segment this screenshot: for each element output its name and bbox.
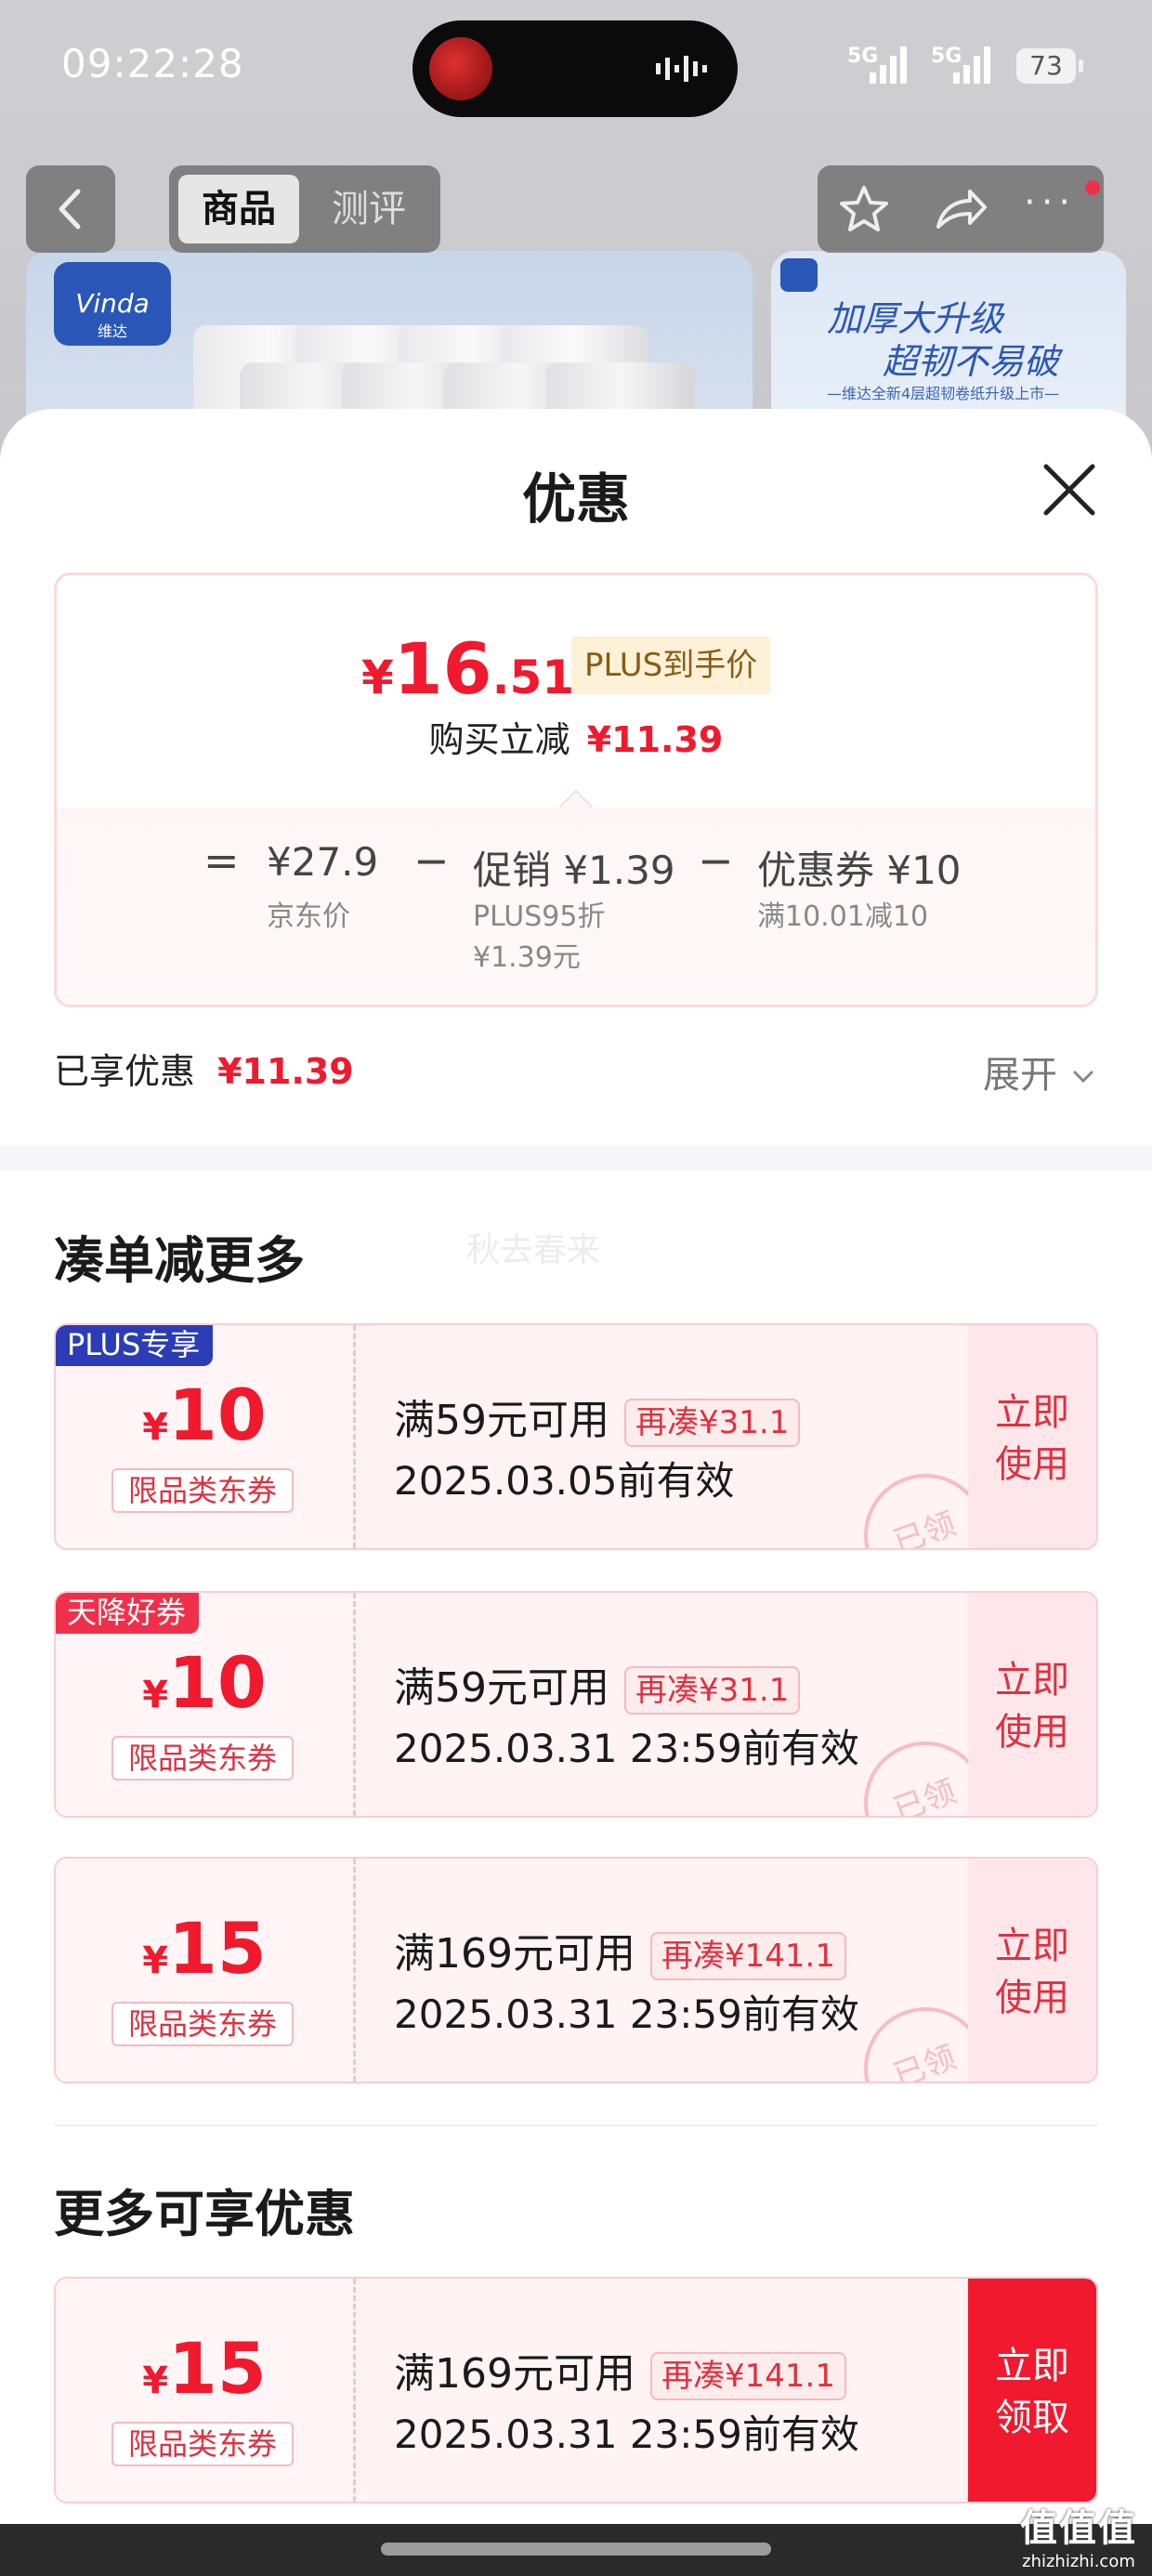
minus-sign: −	[413, 835, 450, 886]
user-watermark: 秋去春来	[466, 1231, 601, 1269]
signal-5g-2: 5G	[929, 45, 1005, 85]
promo-detail-2: ¥1.39元	[473, 941, 581, 974]
plus-exclusive-badge: PLUS专享	[56, 1325, 214, 1366]
back-button[interactable]	[26, 165, 115, 253]
enjoyed-value: ¥11.39	[217, 1051, 354, 1092]
tab-review[interactable]: 测评	[308, 175, 429, 243]
share-icon[interactable]	[922, 165, 996, 253]
coupon-gap-tag: 再凑¥141.1	[649, 2352, 846, 2400]
chevron-down-icon	[1073, 1071, 1093, 1084]
action-group: ···	[818, 165, 1104, 253]
coupon-gap-tag: 再凑¥31.1	[624, 1399, 801, 1447]
coupon-condition: 满169元可用 再凑¥141.1	[394, 1920, 846, 1980]
music-cover-icon	[429, 37, 492, 100]
coupon-gap-tag: 再凑¥141.1	[649, 1932, 846, 1980]
coupon-condition: 满59元可用 再凑¥31.1	[394, 1654, 801, 1715]
coupon-limit-tag: 限品类东券	[111, 2002, 294, 2046]
claim-coupon-button[interactable]: 立即 领取	[968, 2279, 1096, 2502]
coupon-amount: ¥10	[142, 1641, 267, 1724]
battery-indicator: 73	[1016, 48, 1083, 84]
promo-sub: —维达全新4层超韧卷纸升级上市—	[827, 385, 1060, 402]
coupon-card: ¥15 限品类东券 满169元可用 再凑¥141.1 2025.03.31 23:…	[54, 2277, 1098, 2504]
sheet-title: 优惠	[521, 467, 630, 531]
coupon-condition: 满169元可用 再凑¥141.1	[394, 2340, 846, 2400]
equals-sign: =	[203, 835, 240, 886]
coupon-validity: 2025.03.31 23:59前有效	[394, 1726, 859, 1771]
section-title-more-discount: 凑单减更多	[54, 1231, 305, 1290]
chevron-left-icon	[59, 189, 81, 230]
vinda-mini-logo	[780, 258, 818, 292]
formula-notch	[558, 789, 594, 824]
coupon-amount: ¥15	[142, 1907, 267, 1990]
jd-price-value: ¥27.9	[267, 839, 379, 885]
jd-price-label: 京东价	[267, 900, 350, 933]
coupon-amount: ¥15	[142, 2327, 267, 2410]
audio-wave-icon	[656, 56, 707, 82]
tab-product[interactable]: 商品	[178, 175, 299, 243]
plus-price-tag: PLUS到手价	[571, 637, 771, 694]
final-price: ¥16.51	[361, 627, 575, 710]
coupon-limit-tag: 限品类东券	[111, 1468, 294, 1513]
coupon-detail: 满10.01减10	[757, 900, 929, 933]
coupon-card: 天降好券 ¥10 限品类东券 满59元可用 再凑¥31.1 2025.03.31 …	[54, 1591, 1098, 1818]
use-coupon-button[interactable]: 立即 使用	[968, 1325, 1096, 1548]
promo-value: 促销 ¥1.39	[473, 848, 675, 893]
price-breakdown-card: ¥16.51 PLUS到手价 购买立减 ¥11.39 = ¥27.9 京东价 −…	[54, 572, 1098, 1007]
close-icon[interactable]	[1037, 457, 1102, 522]
use-coupon-button[interactable]: 立即 使用	[968, 1593, 1096, 1816]
coupon-validity: 2025.03.31 23:59前有效	[394, 1991, 859, 2037]
dynamic-island	[412, 20, 738, 117]
signal-bars-icon	[953, 46, 990, 84]
section-divider-line	[54, 2124, 1098, 2126]
section-divider	[0, 1145, 1152, 1171]
section-title-more-offers: 更多可享优惠	[54, 2185, 355, 2243]
promo-line-2: 超韧不易破	[883, 341, 1060, 382]
coupon-card: ¥15 限品类东券 满169元可用 再凑¥141.1 2025.03.31 23:…	[54, 1857, 1098, 2083]
sky-coupon-badge: 天降好券	[56, 1593, 200, 1634]
use-coupon-button[interactable]: 立即 使用	[968, 1859, 1096, 2082]
promo-detail-1: PLUS95折	[473, 900, 606, 933]
signal-bars-icon	[870, 46, 907, 84]
coupon-condition: 满59元可用 再凑¥31.1	[394, 1387, 801, 1447]
coupon-amount: ¥10	[142, 1373, 267, 1456]
signal-5g-1: 5G	[840, 45, 916, 85]
coupon-validity: 2025.03.31 23:59前有效	[394, 2412, 859, 2457]
coupon-card: PLUS专享 ¥10 限品类东券 满59元可用 再凑¥31.1 2025.03.0…	[54, 1323, 1098, 1550]
coupon-limit-tag: 限品类东券	[111, 1736, 294, 1781]
enjoyed-discount-row: 已享优惠 ¥11.39	[54, 1043, 354, 1094]
site-watermark: 值值值 zhizhizhi.com	[1009, 2498, 1148, 2571]
expand-label: 展开	[983, 1054, 1057, 1097]
watermark-logo: 值值值	[1020, 2507, 1137, 2550]
more-icon[interactable]: ···	[1024, 184, 1089, 221]
coupon-validity: 2025.03.05前有效	[394, 1458, 735, 1504]
expand-button[interactable]: 展开	[983, 1045, 1097, 1098]
watermark-domain: zhizhizhi.com	[1022, 2552, 1135, 2571]
home-indicator[interactable]	[381, 2543, 771, 2556]
coupon-value: 优惠券 ¥10	[757, 848, 962, 893]
enjoyed-label: 已享优惠	[54, 1051, 196, 1092]
coupon-gap-tag: 再凑¥31.1	[624, 1666, 801, 1715]
reduce-line: 购买立减 ¥11.39	[428, 719, 724, 760]
status-bar: 09:22:28 5G 5G 73	[0, 0, 1152, 139]
status-time: 09:22:28	[61, 41, 244, 86]
minus-sign: −	[698, 835, 734, 886]
notification-dot	[1085, 180, 1100, 195]
product-tabs: 商品 测评	[169, 165, 440, 253]
star-icon[interactable]	[827, 165, 901, 253]
vinda-logo: Vinda 维达	[54, 262, 171, 346]
formula-area: = ¥27.9 京东价 − 促销 ¥1.39 PLUS95折 ¥1.39元 − …	[57, 789, 1095, 1005]
coupon-limit-tag: 限品类东券	[111, 2422, 294, 2466]
